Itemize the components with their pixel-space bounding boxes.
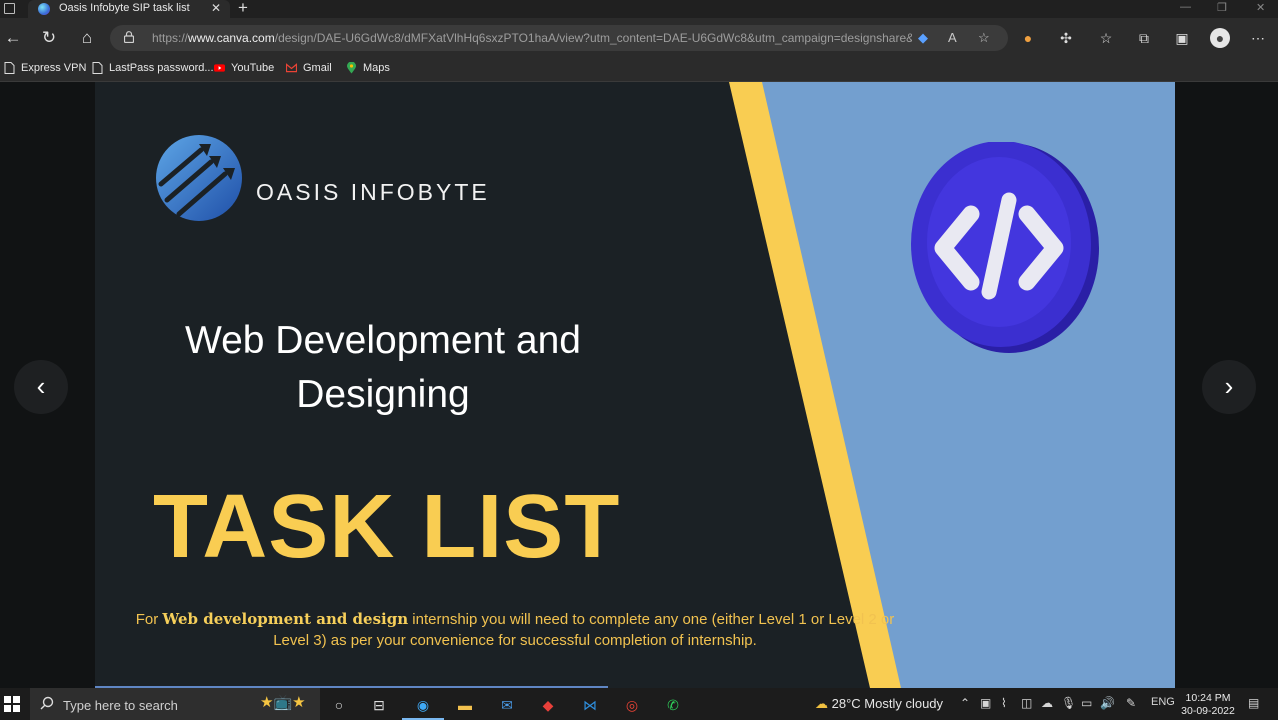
whatsapp-icon[interactable]: ✆ <box>662 694 684 716</box>
new-tab-button[interactable]: + <box>238 0 248 18</box>
clock-date: 30-09-2022 <box>1181 705 1235 717</box>
extension-icon[interactable]: ● <box>1018 28 1038 48</box>
search-placeholder: Type here to search <box>63 698 178 713</box>
bookmark-maps[interactable]: Maps <box>346 62 390 74</box>
show-hidden-icons[interactable]: ⌃ <box>960 696 970 710</box>
more-menu-icon[interactable]: ⋯ <box>1248 28 1268 48</box>
volume-icon[interactable]: 🔊 <box>1100 696 1115 710</box>
tab-title: Oasis Infobyte SIP task list <box>59 2 190 14</box>
previous-slide-button[interactable]: ‹ <box>14 360 68 414</box>
page-icon <box>4 62 15 74</box>
extensions-puzzle-icon[interactable]: ✣ <box>1056 28 1076 48</box>
lock-icon <box>124 31 134 43</box>
tab-strip: Oasis Infobyte SIP task list ✕ + — ❐ ✕ <box>0 0 1278 18</box>
favorites-icon[interactable]: ☆ <box>1096 28 1116 48</box>
chrome-icon[interactable]: ◎ <box>621 694 643 716</box>
vscode-icon[interactable]: ⋈ <box>579 694 601 716</box>
back-button[interactable]: ← <box>2 27 24 49</box>
page-icon <box>92 62 103 74</box>
clock[interactable]: 10:24 PM 30-09-2022 <box>1176 692 1240 718</box>
slide: OASIS INFOBYTE Web Development and Desig… <box>95 82 1175 688</box>
onedrive-icon[interactable]: ☁ <box>1041 696 1053 710</box>
anydesk-icon[interactable]: ◆ <box>537 694 559 716</box>
bookmark-lastpass[interactable]: LastPass password... <box>92 62 214 74</box>
file-explorer-icon[interactable]: ▬ <box>454 694 476 716</box>
address-bar[interactable]: https://www.canva.com/design/DAE-U6GdWc8… <box>110 25 1008 51</box>
windows-taskbar: Type here to search ★📺★ ○ ⊟ ◉ ▬ ✉ ◆ ⋈ ◎ … <box>0 688 1278 720</box>
clock-time: 10:24 PM <box>1185 692 1231 704</box>
note-bold-text: Web development and design <box>162 610 409 628</box>
taskbar-search-box[interactable]: Type here to search ★📺★ <box>30 688 320 720</box>
close-tab-icon[interactable]: ✕ <box>211 1 221 15</box>
code-coin-icon <box>911 142 1099 353</box>
headline-line-1: Web Development and <box>184 319 582 362</box>
gmail-icon <box>286 63 297 73</box>
coupon-tag-icon[interactable]: ◆ <box>918 30 928 46</box>
close-window-icon[interactable]: ✕ <box>1256 1 1265 14</box>
microphone-icon[interactable]: 🎙 <box>1061 696 1076 710</box>
task-list-title: TASK LIST <box>153 477 621 577</box>
bookmarks-bar: Express VPN LastPass password... YouTube… <box>0 58 1278 82</box>
edge-browser-icon[interactable]: ◉ <box>412 694 434 716</box>
url-text[interactable]: https://www.canva.com/design/DAE-U6GdWc8… <box>152 31 912 45</box>
cloud-icon: ☁ <box>815 696 828 711</box>
youtube-icon <box>214 64 225 72</box>
slide-note: For Web development and design internshi… <box>135 610 895 649</box>
canva-favicon-icon <box>38 3 50 15</box>
pen-icon[interactable]: ✎ <box>1126 696 1136 710</box>
active-tab[interactable]: Oasis Infobyte SIP task list ✕ <box>28 0 230 18</box>
slide-headline: Web Development and Designing <box>155 314 611 422</box>
search-icon <box>40 696 54 710</box>
bookmark-gmail[interactable]: Gmail <box>286 62 332 74</box>
oasis-logo-icon <box>156 135 242 221</box>
bookmark-youtube[interactable]: YouTube <box>214 62 274 74</box>
restore-icon[interactable]: ❐ <box>1217 1 1227 14</box>
collections-icon[interactable]: ⧉ <box>1134 28 1154 48</box>
weather-widget[interactable]: ☁ 28°C Mostly cloudy <box>815 696 943 712</box>
presentation-viewer: ‹ › OASIS INFOBYTE Web Development and D… <box>0 82 1278 689</box>
next-slide-button[interactable]: › <box>1202 360 1256 414</box>
language-indicator[interactable]: ENG <box>1151 696 1175 708</box>
headline-line-2: Designing <box>296 373 470 416</box>
tray-app-icon[interactable]: ▣ <box>980 696 991 710</box>
add-favorite-icon[interactable]: ☆ <box>978 30 990 46</box>
notifications-icon[interactable]: ▤ <box>1248 696 1259 710</box>
home-button[interactable]: ⌂ <box>76 27 98 49</box>
minimize-icon[interactable]: — <box>1180 1 1191 13</box>
network-icon[interactable]: ⌇ <box>1001 696 1007 710</box>
logo-text: OASIS INFOBYTE <box>256 179 490 205</box>
battery-icon[interactable]: ▭ <box>1081 696 1092 710</box>
screenshot-icon[interactable]: ▣ <box>1172 28 1192 48</box>
tab-actions-icon[interactable] <box>4 3 15 14</box>
windows-start-icon[interactable] <box>4 696 20 712</box>
read-aloud-icon[interactable]: A <box>948 30 957 45</box>
navigation-bar: ← ↻ ⌂ https://www.canva.com/design/DAE-U… <box>0 18 1278 58</box>
bookmark-express-vpn[interactable]: Express VPN <box>4 62 86 74</box>
refresh-button[interactable]: ↻ <box>38 27 60 49</box>
search-highlight-icon: ★📺★ <box>260 694 306 711</box>
profile-avatar-icon[interactable]: ● <box>1210 28 1230 48</box>
cortana-icon[interactable]: ○ <box>328 694 350 716</box>
mail-icon[interactable]: ✉ <box>496 694 518 716</box>
meet-now-icon[interactable]: ◫ <box>1021 696 1032 710</box>
maps-pin-icon <box>347 62 356 74</box>
task-view-icon[interactable]: ⊟ <box>368 694 390 716</box>
